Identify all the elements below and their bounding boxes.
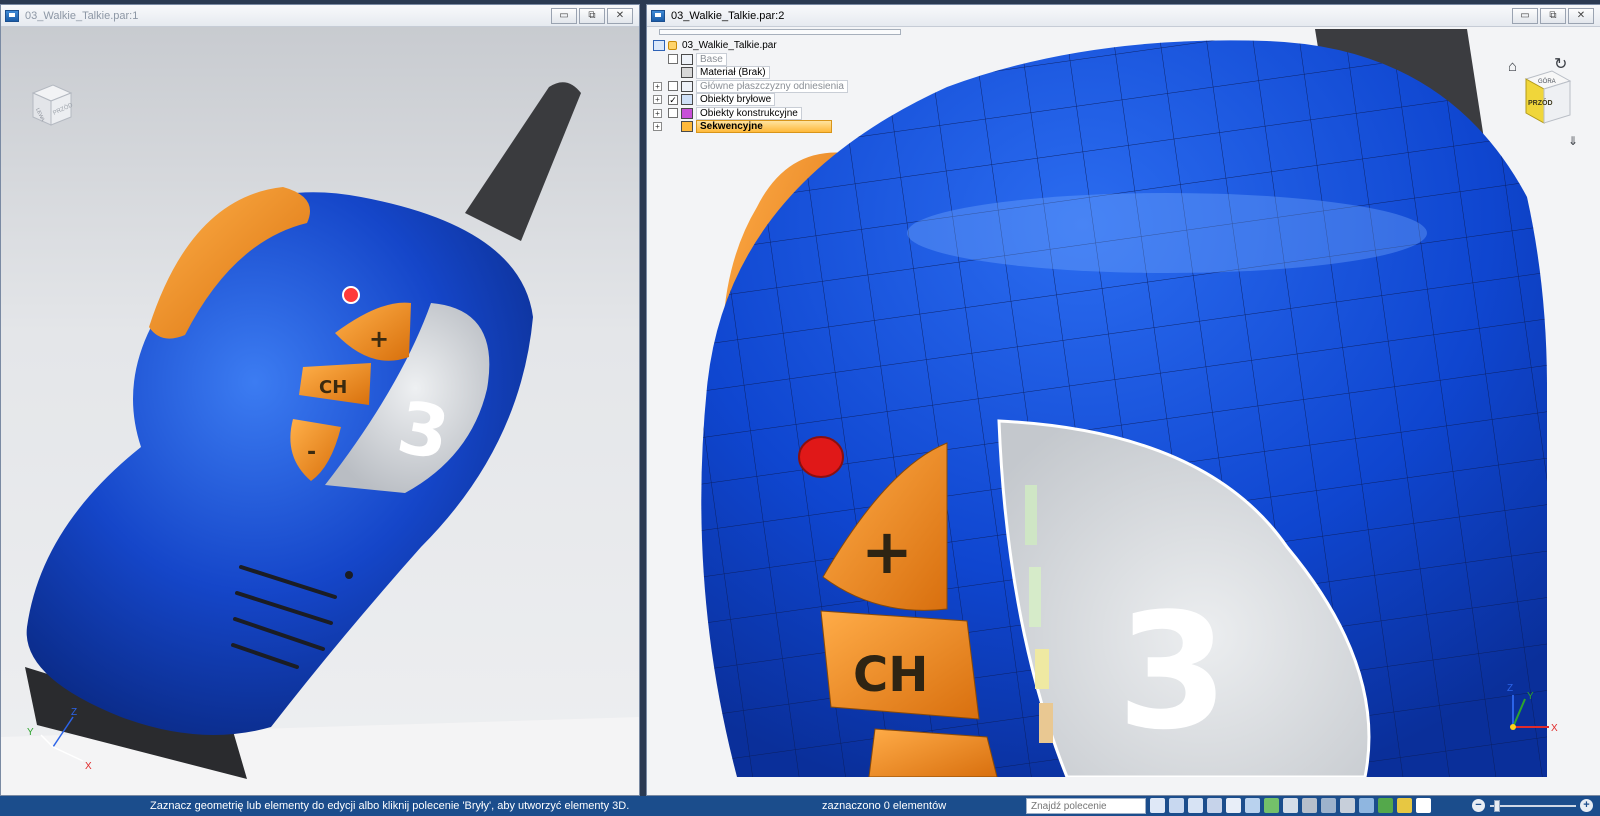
- tree-root-label: 03_Walkie_Talkie.par: [682, 40, 777, 52]
- visibility-checkbox[interactable]: [668, 54, 678, 65]
- tree-item-label: Obiekty konstrukcyjne: [696, 106, 802, 120]
- tree-node-icon: [681, 67, 693, 79]
- window-titlebar[interactable]: 03_Walkie_Talkie.par:1 ▭ ⧉ ✕: [1, 5, 639, 27]
- lock-icon: [668, 41, 677, 51]
- zoom-slider-track[interactable]: [1490, 805, 1576, 807]
- window-title: 03_Walkie_Talkie.par:2: [671, 9, 785, 22]
- ch-button-label: CH: [319, 377, 347, 398]
- home-view-icon[interactable]: ⌂: [1508, 58, 1517, 75]
- command-finder-input[interactable]: [1026, 798, 1146, 814]
- expand-toggle[interactable]: +: [653, 95, 662, 105]
- pan-icon[interactable]: [1226, 798, 1241, 813]
- part-file-icon: [5, 9, 19, 22]
- triad-z-label: Z: [71, 707, 77, 718]
- cube-front-face-label: PRZÓD: [1528, 98, 1553, 107]
- led-indicator: [798, 436, 844, 478]
- tree-node-icon: [681, 53, 693, 65]
- sheet-icon[interactable]: [1416, 798, 1431, 813]
- triad-x-label: X: [1551, 723, 1558, 734]
- zoom-icon[interactable]: [1188, 798, 1203, 813]
- visibility-checkbox[interactable]: ✓: [668, 94, 678, 105]
- status-bar: Zaznacz geometrię lub elementy do edycji…: [0, 796, 1600, 816]
- led-indicator: [342, 286, 360, 304]
- restore-button[interactable]: ⧉: [579, 8, 605, 24]
- tree-item[interactable]: + ✓ Obiekty bryłowe: [653, 93, 848, 107]
- plus-button-label: +: [861, 515, 913, 588]
- minus-button-label: -: [307, 440, 316, 465]
- part-icon: [653, 40, 665, 52]
- tree-item-label: Główne płaszczyzny odniesienia: [696, 79, 848, 93]
- display-digit: 3: [1117, 578, 1228, 765]
- window-titlebar[interactable]: 03_Walkie_Talkie.par:2 ▭ ⧉ ✕: [647, 5, 1600, 27]
- tree-node-icon: [681, 121, 693, 133]
- tree-item-label: Sekwencyjne: [696, 120, 832, 134]
- solid-edge-app: 03_Walkie_Talkie.par:1 ▭ ⧉ ✕ LEWA PRZÓD: [0, 0, 1600, 816]
- tree-node-icon: [681, 107, 693, 119]
- 3d-viewport[interactable]: 3 + CH Z Y X ⌂ ↻ GÓRA PRZÓD ⇓ 03_Walkie_…: [647, 27, 1600, 795]
- tree-item[interactable]: Base: [653, 52, 848, 67]
- tree-item[interactable]: Materiał (Brak): [653, 66, 848, 80]
- fit-icon[interactable]: [1207, 798, 1222, 813]
- window-title: 03_Walkie_Talkie.par:1: [25, 9, 139, 22]
- layers-icon[interactable]: [1378, 798, 1393, 813]
- restore-button[interactable]: ⧉: [1540, 8, 1566, 24]
- ch-button-label: CH: [853, 647, 928, 703]
- tree-root[interactable]: 03_Walkie_Talkie.par: [653, 39, 848, 53]
- walkie-talkie-model-view-2[interactable]: 3 + CH Z Y X: [647, 27, 1600, 777]
- tree-item-label: Base: [696, 52, 727, 66]
- tree-item[interactable]: + Obiekty konstrukcyjne: [653, 106, 848, 121]
- close-button[interactable]: ✕: [607, 8, 633, 24]
- expand-toggle[interactable]: +: [653, 122, 662, 132]
- tree-item-label: Obiekty bryłowe: [696, 93, 776, 107]
- zoom-slider-thumb[interactable]: [1494, 800, 1500, 812]
- triad-y-label: Y: [1527, 691, 1534, 702]
- render-mode-icon[interactable]: [1321, 798, 1336, 813]
- look-at-icon[interactable]: [1283, 798, 1298, 813]
- zoom-out-button[interactable]: −: [1472, 799, 1485, 812]
- status-message: Zaznacz geometrię lub elementy do edycji…: [150, 800, 630, 812]
- 3d-viewport[interactable]: LEWA PRZÓD 3 + CH - Z X Y: [1, 27, 639, 795]
- arrow-icon[interactable]: [1150, 798, 1165, 813]
- view-options-chevron-icon[interactable]: ⇓: [1568, 134, 1578, 148]
- visibility-checkbox[interactable]: [668, 81, 678, 92]
- view-cube[interactable]: ⌂ ↻ GÓRA PRZÓD ⇓: [1508, 49, 1582, 149]
- expand-toggle[interactable]: +: [653, 108, 662, 118]
- rotate-icon[interactable]: [1245, 798, 1260, 813]
- zoom-area-icon[interactable]: [1169, 798, 1184, 813]
- highlight-icon[interactable]: [1397, 798, 1412, 813]
- triad-x-label: X: [85, 761, 92, 772]
- tree-item[interactable]: + Główne płaszczyzny odniesienia: [653, 79, 848, 94]
- close-button[interactable]: ✕: [1568, 8, 1594, 24]
- plus-button-label: +: [369, 325, 389, 353]
- view-style-icon[interactable]: [1359, 798, 1374, 813]
- spin-icon[interactable]: [1264, 798, 1279, 813]
- window-view-2[interactable]: 03_Walkie_Talkie.par:2 ▭ ⧉ ✕ 3 + CH Z Y …: [646, 4, 1600, 796]
- visibility-checkbox[interactable]: [668, 108, 678, 119]
- triad-z-label: Z: [1507, 683, 1513, 694]
- view-orient-icon[interactable]: [1302, 798, 1317, 813]
- antenna: [465, 82, 581, 241]
- tree-node-icon: [681, 94, 693, 106]
- selection-count: zaznaczono 0 elementów: [822, 800, 947, 812]
- walkie-talkie-model-view-1[interactable]: 3 + CH - Z X Y: [1, 27, 639, 796]
- part-file-icon: [651, 9, 665, 22]
- view-toolbar: [1150, 798, 1431, 813]
- minus-button[interactable]: [868, 728, 998, 777]
- tree-node-icon: [681, 80, 693, 92]
- expand-toggle[interactable]: +: [653, 81, 662, 91]
- tree-item[interactable]: + Sekwencyjne: [653, 120, 848, 134]
- cube-top-face-label: GÓRA: [1538, 78, 1556, 85]
- window-view-1[interactable]: 03_Walkie_Talkie.par:1 ▭ ⧉ ✕ LEWA PRZÓD: [0, 4, 640, 796]
- minimize-button[interactable]: ▭: [551, 8, 577, 24]
- minimize-button[interactable]: ▭: [1512, 8, 1538, 24]
- zoom-in-button[interactable]: +: [1580, 799, 1593, 812]
- rotate-view-icon[interactable]: ↻: [1554, 56, 1567, 73]
- pathfinder-tree[interactable]: 03_Walkie_Talkie.par Base Materiał (Brak)…: [653, 39, 848, 134]
- triad-y-label: Y: [27, 727, 34, 738]
- tree-item-label: Materiał (Brak): [696, 66, 770, 80]
- shaded-icon[interactable]: [1340, 798, 1355, 813]
- radio-body: [26, 192, 534, 735]
